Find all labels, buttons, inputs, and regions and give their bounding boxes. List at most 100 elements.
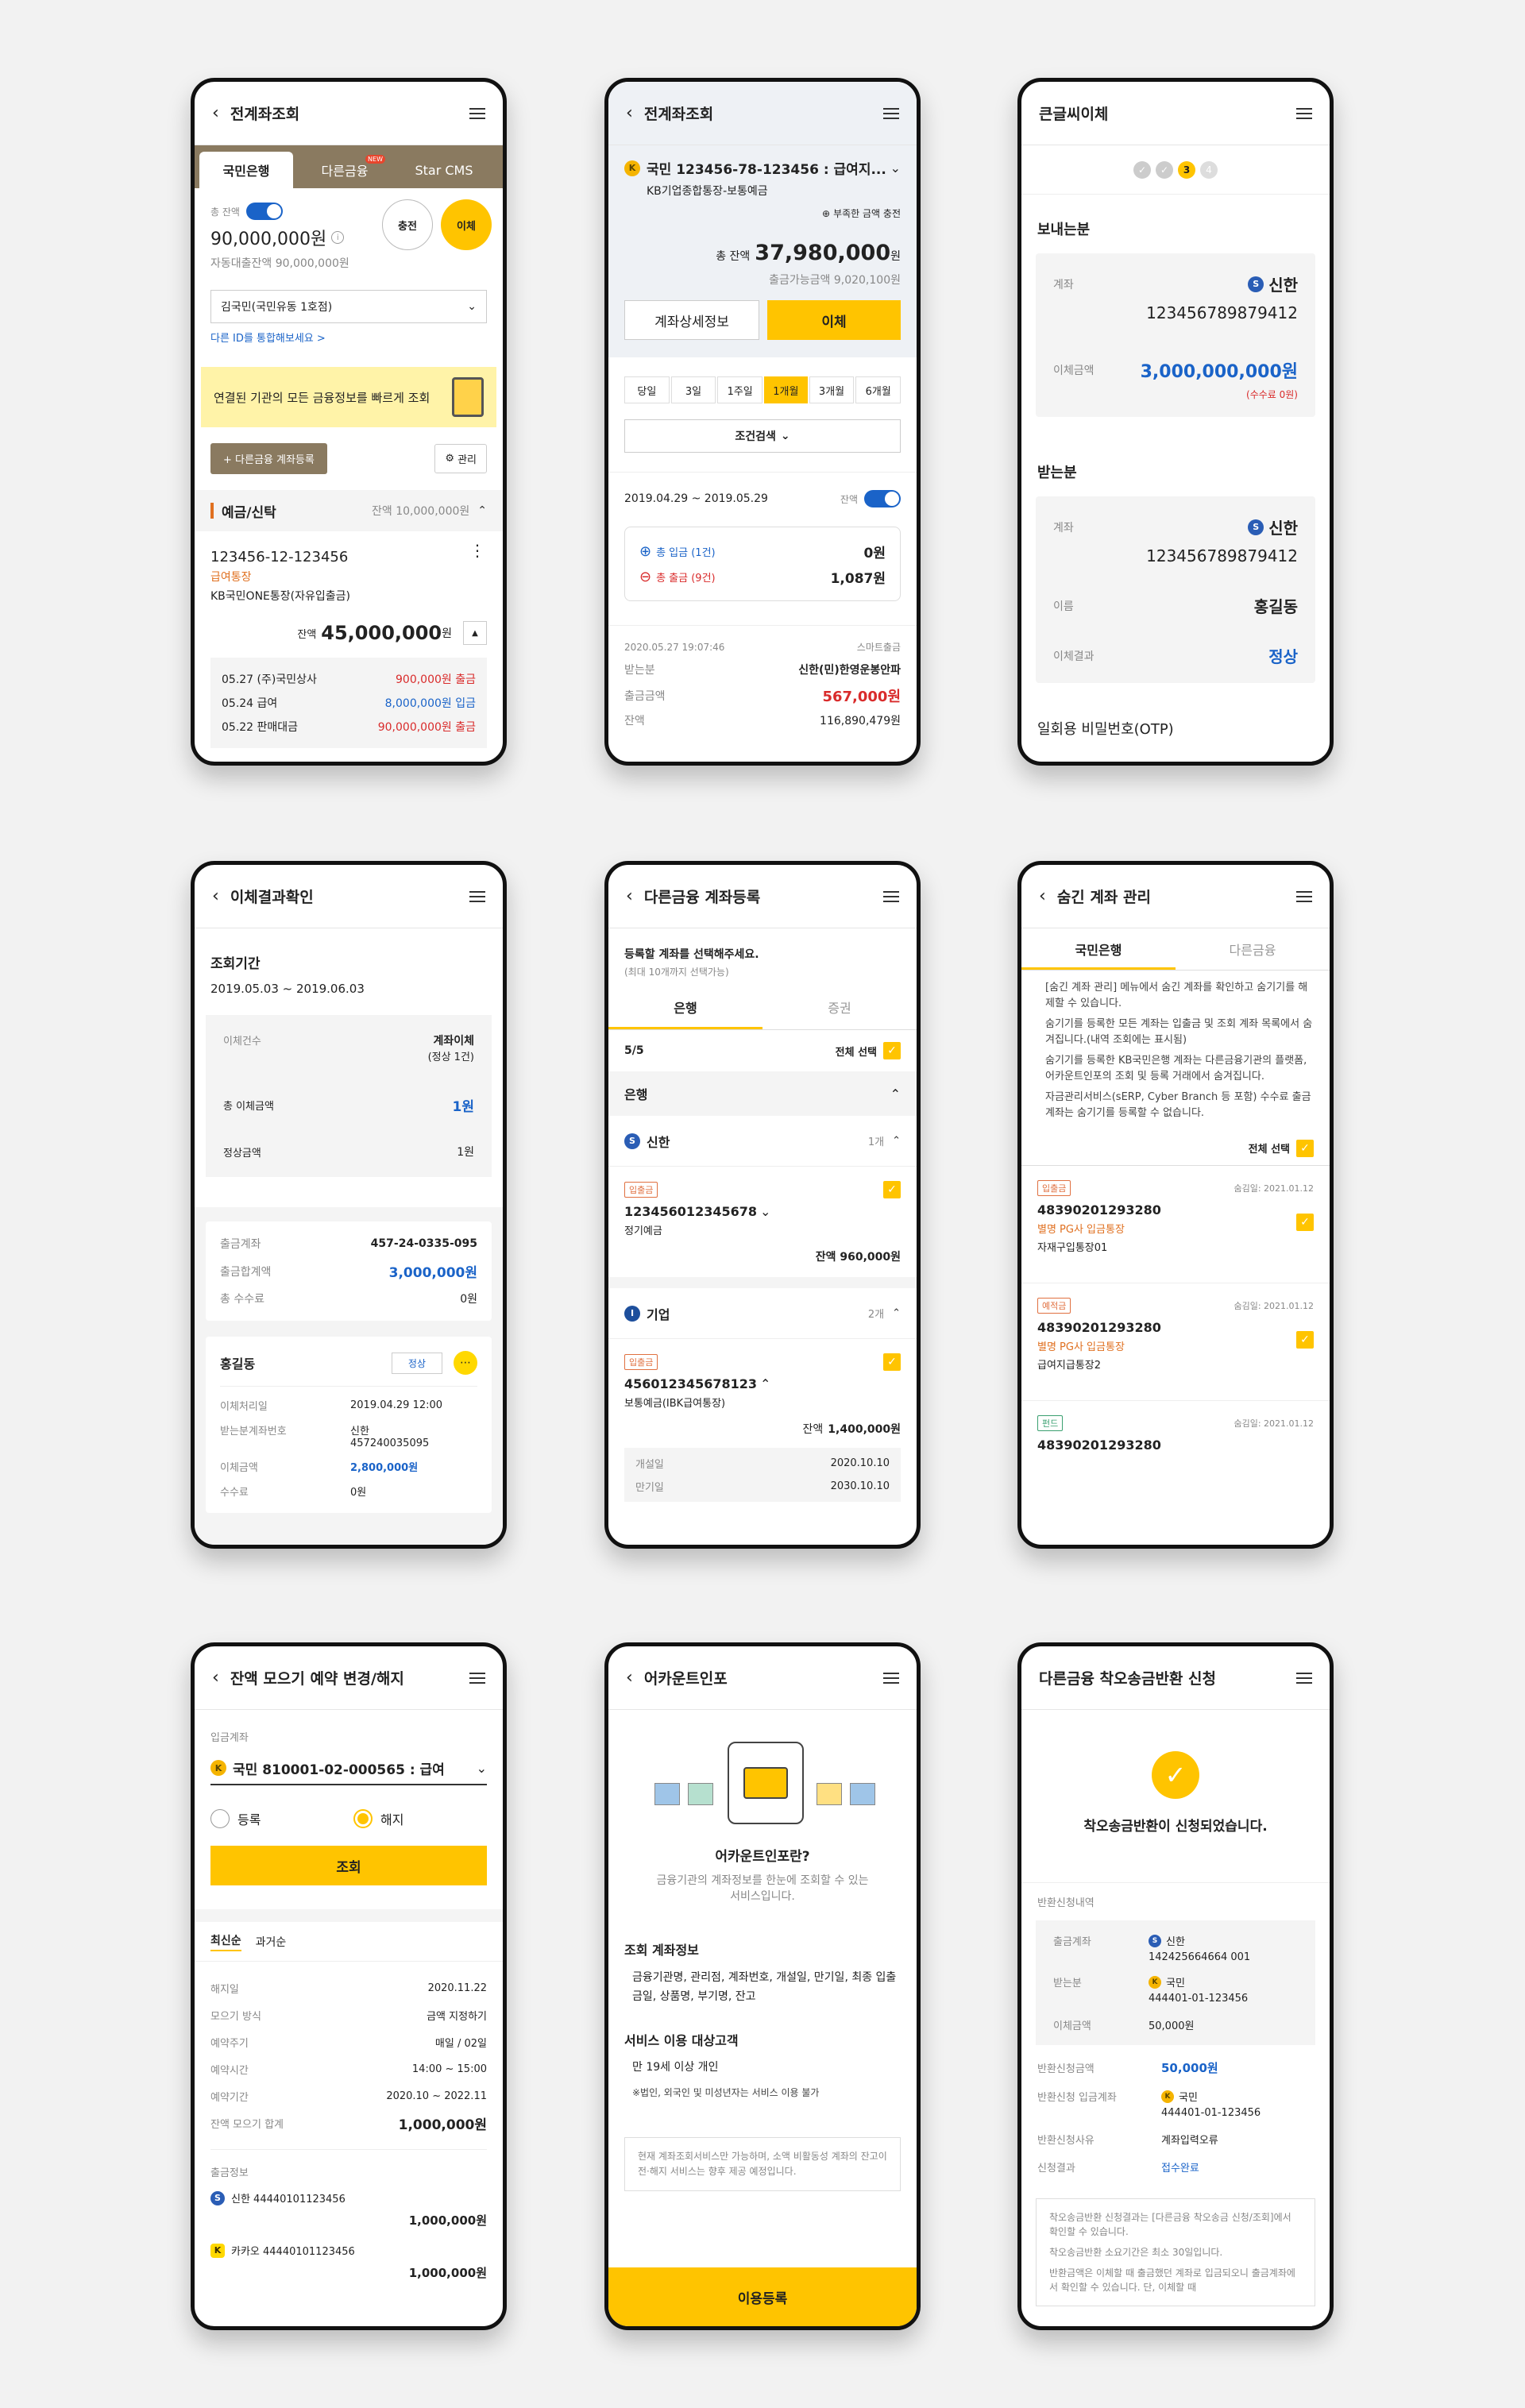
toggle-label: 총 잔액 bbox=[210, 206, 240, 218]
sort-oldest[interactable]: 과거순 bbox=[256, 1934, 287, 1950]
account-item[interactable]: 입출금 ✓ 123456012345678 ⌄ 정기예금 잔액 960,000원 bbox=[608, 1167, 917, 1264]
account-item[interactable]: 입출금 ✓ 456012345678123 ⌃ 보통예금(IBK급여통장) 잔액 1… bbox=[608, 1339, 917, 1437]
balance-toggle[interactable] bbox=[864, 490, 901, 507]
menu-icon[interactable] bbox=[469, 107, 485, 119]
hidden-item[interactable]: 예적금 숨김일: 2021.01.12 48390201293280 별명 PG사… bbox=[1021, 1283, 1330, 1401]
branch-select[interactable]: 김국민(국민유동 1호점) ⌄ bbox=[210, 290, 487, 323]
link-other-id[interactable]: 다른 ID를 통합해보세요 > bbox=[210, 330, 487, 345]
radio-cancel[interactable]: 해지 bbox=[353, 1809, 403, 1828]
search-button[interactable]: 조회 bbox=[210, 1846, 487, 1885]
recipient-card[interactable]: 홍길동 정상 ⋯ 이체처리일 2019.04.29 12:00 받는분계좌번호 신한 45… bbox=[206, 1337, 492, 1513]
group-bank[interactable]: 은행 ⌃ bbox=[608, 1071, 917, 1116]
count-value: 계좌이체 bbox=[433, 1035, 474, 1048]
back-icon[interactable]: ‹ bbox=[212, 1668, 219, 1688]
account-number: 444401-01-123456 bbox=[1161, 2107, 1261, 2119]
radio-label: 해지 bbox=[380, 1812, 404, 1827]
account-tag: 펀드 bbox=[1037, 1415, 1064, 1431]
menu-icon[interactable] bbox=[1296, 107, 1312, 119]
account-number: 48390201293280 bbox=[1037, 1437, 1161, 1453]
checkbox-checked-icon[interactable]: ✓ bbox=[1296, 1331, 1314, 1349]
tx-row[interactable]: 05.24 급여 8,000,000원 입금 bbox=[222, 691, 476, 715]
tx-balance: 116,890,479원 bbox=[820, 715, 901, 727]
tab-kb[interactable]: 국민은행 bbox=[1021, 940, 1176, 970]
tab-star-cms[interactable]: Star CMS bbox=[396, 152, 492, 188]
normal-value: 1원 bbox=[457, 1146, 474, 1159]
account-label: 계좌 bbox=[1053, 521, 1074, 534]
manage-button[interactable]: ⚙ 관리 bbox=[434, 444, 487, 473]
period-tab[interactable]: 1주일 bbox=[717, 376, 763, 403]
hidden-item[interactable]: 펀드 숨김일: 2021.01.12 48390201293280 bbox=[1021, 1401, 1330, 1453]
bank-shinhan[interactable]: S 신한 1개 ⌃ bbox=[608, 1116, 917, 1167]
add-account-button[interactable]: + 다른금융 계좌등록 bbox=[210, 443, 327, 474]
promo-banner[interactable]: 연결된 기관의 모든 금융정보를 빠르게 조회 bbox=[201, 367, 496, 427]
back-icon[interactable]: ‹ bbox=[212, 886, 219, 906]
bank-count: 1개 bbox=[867, 1136, 885, 1148]
info-icon[interactable]: i bbox=[331, 231, 345, 244]
collapse-button[interactable]: ▲ bbox=[463, 621, 487, 645]
period-tab[interactable]: 6개월 bbox=[855, 376, 901, 403]
back-icon[interactable]: ‹ bbox=[626, 1668, 633, 1688]
balance-toggle[interactable] bbox=[245, 203, 283, 220]
bank-ibk[interactable]: I 기업 2개 ⌃ bbox=[608, 1288, 917, 1339]
hidden-date: 숨김일: 2021.01.12 bbox=[1234, 1183, 1314, 1194]
menu-icon[interactable] bbox=[1296, 1672, 1312, 1684]
menu-icon[interactable] bbox=[883, 107, 899, 119]
section-deposit[interactable]: 예금/신탁 잔액 10,000,000원 ⌃ bbox=[195, 490, 503, 531]
transfer-button[interactable]: 이체 bbox=[441, 199, 492, 250]
return-amount: 50,000원 bbox=[1161, 2061, 1218, 2075]
tx-item[interactable]: 2020.05.27 19:07:46 스마트출금 받는분 신한(민)한영운봉안파 … bbox=[608, 640, 917, 728]
charge-link[interactable]: ⊕ 부족한 금액 충전 bbox=[624, 206, 901, 220]
account-detail-button[interactable]: 계좌상세정보 bbox=[624, 300, 759, 340]
tab-kb[interactable]: 국민은행 bbox=[199, 152, 293, 188]
period-tab[interactable]: 당일 bbox=[624, 376, 670, 403]
checkbox-checked-icon[interactable]: ✓ bbox=[883, 1353, 901, 1371]
prompt: 등록할 계좌를 선택해주세요. bbox=[624, 948, 759, 961]
hidden-item[interactable]: 입출금 숨김일: 2021.01.12 48390201293280 별명 PG사… bbox=[1021, 1166, 1330, 1283]
transfer-result: 정상 bbox=[1268, 647, 1298, 666]
shinhan-logo-icon: S bbox=[1248, 519, 1264, 535]
menu-icon[interactable] bbox=[883, 890, 899, 902]
sort-latest[interactable]: 최신순 bbox=[210, 1932, 241, 1951]
note: 반환금액은 이체할 때 출금했던 계좌로 입금되오니 출금계좌에서 확인할 수 … bbox=[1049, 2267, 1295, 2293]
count-sub: (정상 1건) bbox=[427, 1052, 474, 1063]
back-icon[interactable]: ‹ bbox=[626, 103, 633, 123]
menu-icon[interactable] bbox=[469, 890, 485, 902]
select-all[interactable]: 전체 선택 ✓ bbox=[836, 1042, 901, 1059]
account-card[interactable]: 123456-12-123456 급여통장 KB국민ONE통장(자유입출금) ⋮… bbox=[195, 531, 503, 645]
period-tab-active[interactable]: 1개월 bbox=[764, 376, 808, 403]
menu-icon[interactable] bbox=[1296, 890, 1312, 902]
tab-bank[interactable]: 은행 bbox=[608, 998, 762, 1029]
more-icon[interactable]: ⋮ bbox=[469, 542, 485, 558]
menu-icon[interactable] bbox=[883, 1672, 899, 1684]
intro-title: 어카운트인포란? bbox=[715, 1849, 810, 1865]
transfer-button[interactable]: 이체 bbox=[767, 300, 901, 340]
period-tab[interactable]: 3일 bbox=[670, 376, 716, 403]
menu-icon[interactable] bbox=[469, 1672, 485, 1684]
back-icon[interactable]: ‹ bbox=[212, 103, 219, 123]
account-alias: 별명 PG사 입금통장 bbox=[1037, 1341, 1125, 1353]
charge-button[interactable]: 충전 bbox=[382, 199, 433, 250]
tab-other[interactable]: 다른금융 bbox=[1176, 940, 1330, 970]
checkbox-checked-icon[interactable]: ✓ bbox=[1296, 1214, 1314, 1231]
phone-other-account-register: ‹ 다른금융 계좌등록 등록할 계좌를 선택해주세요. (최대 10개까지 선택가… bbox=[604, 861, 921, 1549]
register-button[interactable]: 이용등록 bbox=[608, 2267, 917, 2326]
select-all[interactable]: 전체 선택 ✓ bbox=[1021, 1131, 1330, 1166]
header: 다른금융 착오송금반환 신청 bbox=[1021, 1646, 1330, 1710]
radio-register[interactable]: 등록 bbox=[210, 1809, 353, 1828]
hidden-date: 숨김일: 2021.01.12 bbox=[1234, 1301, 1314, 1311]
period-tab[interactable]: 3개월 bbox=[809, 376, 855, 403]
tab-securities[interactable]: 증권 bbox=[762, 998, 917, 1029]
back-icon[interactable]: ‹ bbox=[626, 886, 633, 906]
tx-row[interactable]: 05.27 (주)국민상사 900,000원 출금 bbox=[222, 667, 476, 691]
chat-icon[interactable]: ⋯ bbox=[454, 1351, 477, 1375]
tx-row[interactable]: 05.22 판매대금 90,000,000원 출금 bbox=[222, 715, 476, 739]
account-select[interactable]: K 국민 123456-78-123456 : 급여지... ⌄ bbox=[624, 158, 901, 178]
condition-search-button[interactable]: 조건검색 ⌄ bbox=[624, 419, 901, 453]
tab-other[interactable]: 다른금융 NEW bbox=[293, 152, 396, 188]
back-icon[interactable]: ‹ bbox=[1039, 886, 1046, 906]
checkbox-checked-icon[interactable]: ✓ bbox=[883, 1181, 901, 1198]
tx-amount: 567,000원 bbox=[822, 689, 901, 705]
total-label: 총 잔액 bbox=[716, 250, 751, 263]
account-select[interactable]: K 국민 810001-02-000565 : 급여 ⌄ bbox=[210, 1752, 487, 1785]
radio-off-icon bbox=[210, 1809, 230, 1828]
